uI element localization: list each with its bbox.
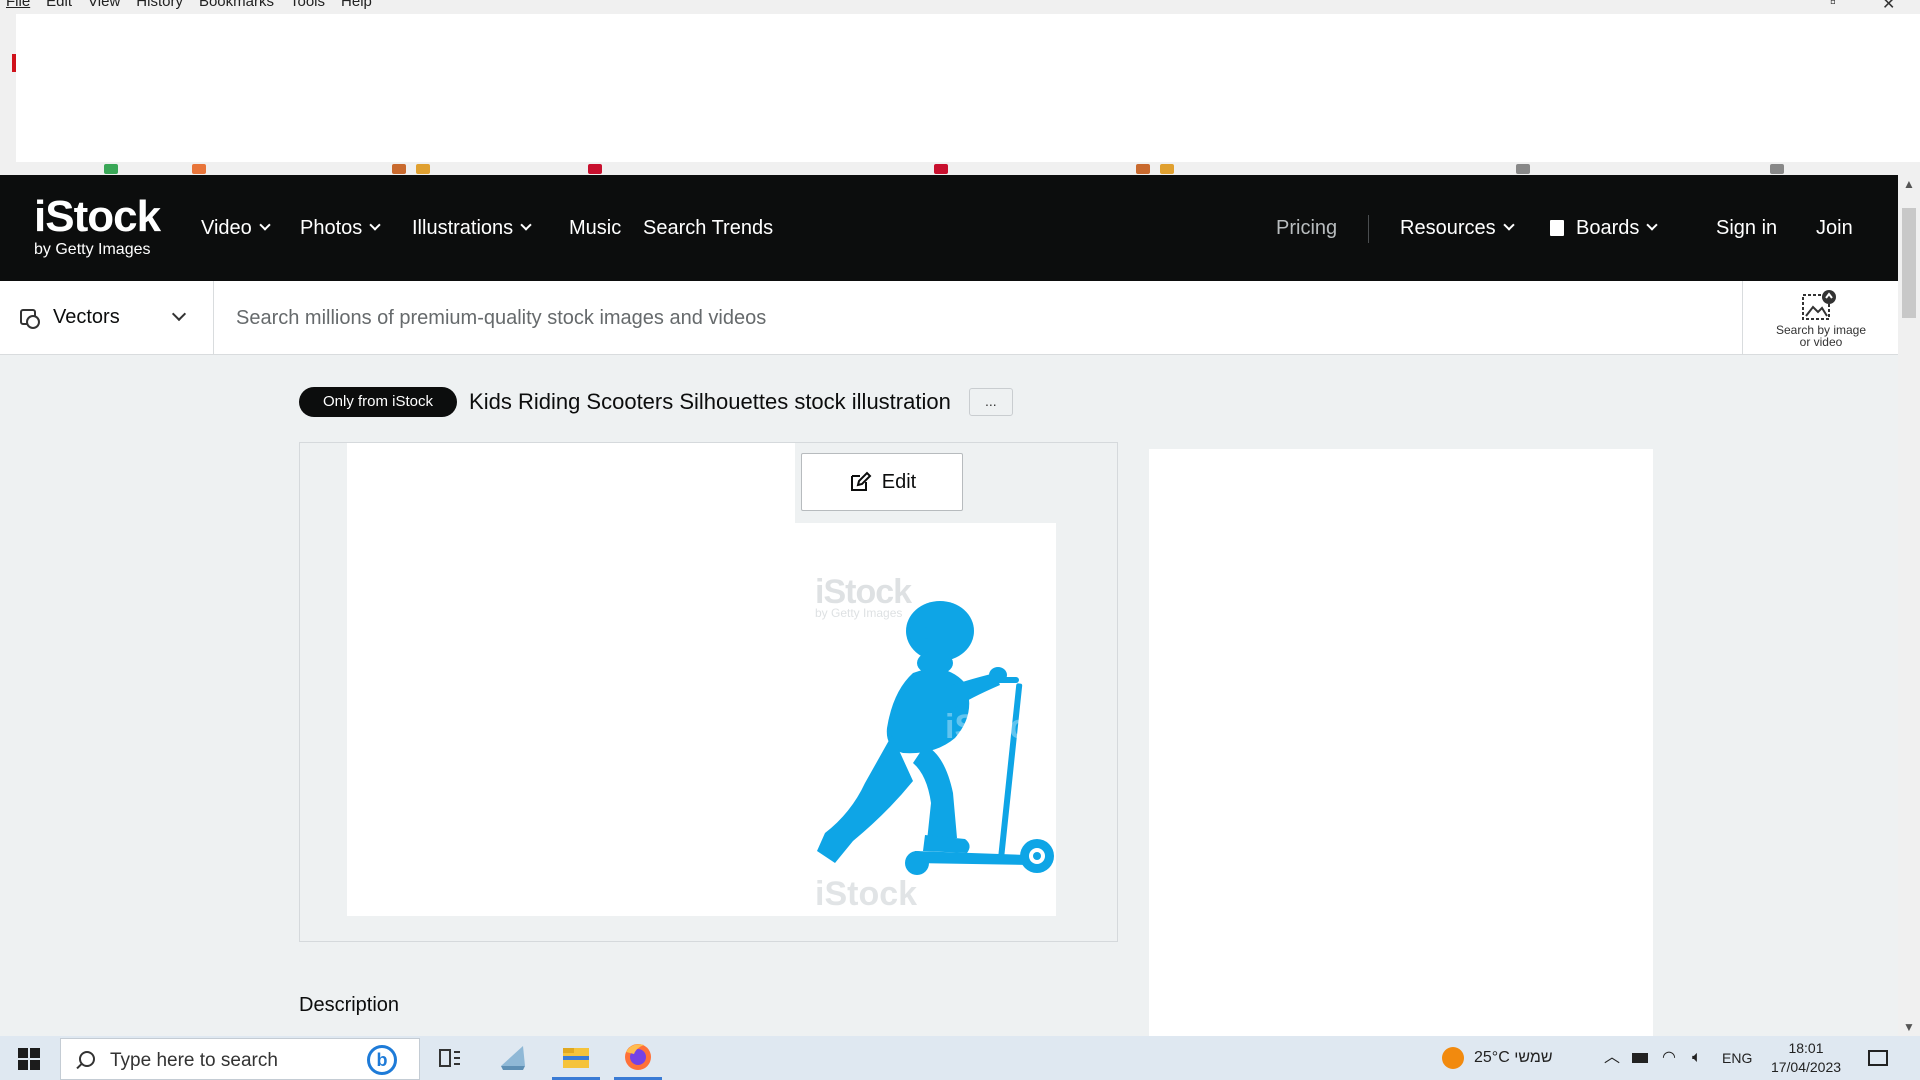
nav-search-trends[interactable]: Search Trends bbox=[643, 215, 773, 241]
battery-icon[interactable] bbox=[1632, 1036, 1648, 1080]
bookmark-icon[interactable] bbox=[192, 164, 206, 174]
app-icon[interactable] bbox=[485, 1036, 541, 1080]
bookmark-icon[interactable] bbox=[1516, 164, 1530, 174]
scroll-down-icon[interactable]: ▼ bbox=[1898, 1018, 1920, 1036]
nav-illustrations[interactable]: Illustrations bbox=[412, 215, 532, 241]
sign-in-link[interactable]: Sign in bbox=[1716, 215, 1777, 241]
weather-text: 25°C שמשי bbox=[1474, 1049, 1553, 1066]
volume-icon[interactable]: 🔈︎ bbox=[1692, 1036, 1702, 1080]
menu-view[interactable]: View bbox=[88, 0, 120, 12]
search-icon bbox=[79, 1051, 95, 1067]
bing-icon[interactable]: b bbox=[367, 1045, 397, 1075]
bookmark-icon[interactable] bbox=[104, 164, 118, 174]
bookmark-icon[interactable] bbox=[1136, 164, 1150, 174]
nav-music[interactable]: Music bbox=[569, 215, 621, 241]
nav-photos[interactable]: Photos bbox=[300, 215, 381, 241]
menu-edit[interactable]: Edit bbox=[46, 0, 72, 12]
browser-edge bbox=[0, 14, 16, 162]
clock-date: 17/04/2023 bbox=[1770, 1059, 1842, 1075]
join-link[interactable]: Join bbox=[1816, 215, 1853, 241]
asset-preview-frame: Edit iStock by Getty Images iStock iStoc… bbox=[299, 442, 1118, 942]
windows-start-icon[interactable] bbox=[18, 1048, 40, 1070]
minimize-icon[interactable]: ▫ bbox=[1830, 0, 1836, 12]
menu-history[interactable]: History bbox=[136, 0, 183, 12]
bookmark-icon[interactable] bbox=[934, 164, 948, 174]
bookmarks-bar bbox=[0, 162, 1920, 175]
search-bar: Vectors Search by imageor video bbox=[0, 281, 1898, 355]
taskbar: Type here to search b 25°C שמשי ︿ ◠ 🔈︎ E… bbox=[0, 1036, 1920, 1080]
menu-bookmarks[interactable]: Bookmarks bbox=[199, 0, 274, 12]
menu-file[interactable]: File bbox=[6, 0, 30, 12]
task-view-icon[interactable] bbox=[422, 1036, 478, 1080]
edit-button[interactable]: Edit bbox=[801, 453, 963, 511]
boards-icon bbox=[1550, 220, 1564, 236]
show-hidden-icons-icon[interactable]: ︿ bbox=[1604, 1036, 1620, 1080]
logo-subtitle: by Getty Images bbox=[34, 241, 151, 258]
page-scrollbar[interactable]: ▲ ▼ bbox=[1898, 175, 1920, 1036]
language-indicator[interactable]: ENG bbox=[1722, 1036, 1752, 1080]
chevron-down-icon bbox=[369, 219, 381, 231]
filter-label: Vectors bbox=[53, 306, 120, 328]
network-icon[interactable]: ◠ bbox=[1662, 1036, 1676, 1080]
search-by-image-button[interactable]: Search by image or video bbox=[1742, 281, 1898, 355]
nav-boards[interactable]: Boards bbox=[1550, 215, 1659, 241]
scroll-thumb[interactable] bbox=[1902, 208, 1916, 318]
asset-type-filter[interactable]: Vectors bbox=[0, 281, 214, 355]
clock-time: 18:01 bbox=[1788, 1040, 1824, 1056]
asset-title-row: Only from iStock Kids Riding Scooters Si… bbox=[299, 387, 1013, 417]
nav-pricing[interactable]: Pricing bbox=[1276, 215, 1337, 241]
page-viewport: iStock by Getty Images Video Photos Illu… bbox=[0, 175, 1898, 1036]
nav-resources[interactable]: Resources bbox=[1400, 215, 1515, 241]
chevron-down-icon bbox=[1502, 219, 1515, 231]
browser-menubar: File Edit View History Bookmarks Tools H… bbox=[0, 0, 1920, 14]
system-clock[interactable]: 18:01 17/04/2023 bbox=[1768, 1039, 1844, 1077]
more-options-button[interactable]: ... bbox=[968, 388, 1013, 416]
watermark-overlay: iStock bbox=[945, 708, 1047, 746]
nav-video[interactable]: Video bbox=[201, 215, 271, 241]
chevron-down-icon bbox=[259, 219, 271, 231]
menu-tools[interactable]: Tools bbox=[290, 0, 325, 12]
edit-icon bbox=[850, 471, 872, 491]
weather-sun-icon bbox=[1442, 1046, 1464, 1069]
top-navigation: iStock by Getty Images Video Photos Illu… bbox=[0, 175, 1898, 281]
only-from-istock-badge: Only from iStock bbox=[299, 387, 458, 417]
firefox-icon[interactable] bbox=[610, 1036, 666, 1080]
close-window-icon[interactable]: ✕ bbox=[1882, 0, 1895, 14]
bookmark-icon[interactable] bbox=[392, 164, 406, 174]
scroll-up-icon[interactable]: ▲ bbox=[1898, 175, 1920, 193]
bookmark-icon[interactable] bbox=[588, 164, 602, 174]
nav-divider bbox=[1368, 215, 1369, 243]
menu-help[interactable]: Help bbox=[341, 0, 372, 12]
image-search-label: Search by image or video bbox=[1775, 323, 1867, 349]
taskbar-search-placeholder: Type here to search bbox=[110, 1050, 278, 1071]
page-title: Kids Riding Scooters Silhouettes stock i… bbox=[469, 389, 951, 414]
file-explorer-icon[interactable] bbox=[548, 1036, 604, 1080]
chevron-down-icon bbox=[520, 219, 532, 231]
browser-toolbar-area bbox=[16, 14, 1920, 162]
bookmark-icon[interactable] bbox=[1770, 164, 1784, 174]
preview-canvas bbox=[347, 443, 795, 916]
chevron-down-icon bbox=[171, 306, 187, 322]
weather-widget[interactable]: 25°C שמשי bbox=[1442, 1036, 1553, 1080]
taskbar-search-box[interactable]: Type here to search b bbox=[60, 1038, 420, 1080]
chevron-down-icon bbox=[1646, 219, 1659, 231]
kid-scooter-silhouette: iStock iStock bbox=[815, 601, 1054, 913]
notifications-icon[interactable] bbox=[1868, 1036, 1888, 1080]
preview-image[interactable]: iStock by Getty Images iStock iStock bbox=[795, 523, 1056, 916]
search-input[interactable] bbox=[236, 303, 1716, 333]
side-panel bbox=[1149, 449, 1653, 1036]
description-heading: Description bbox=[299, 994, 400, 1016]
image-search-icon bbox=[1802, 290, 1836, 320]
edit-label: Edit bbox=[881, 470, 917, 493]
bookmark-icon[interactable] bbox=[416, 164, 430, 174]
watermark-bottom: iStock bbox=[815, 875, 917, 913]
vectors-icon bbox=[20, 309, 40, 329]
istock-logo[interactable]: iStock by Getty Images bbox=[34, 192, 161, 259]
logo-wordmark: iStock bbox=[34, 192, 161, 241]
bookmark-icon[interactable] bbox=[1160, 164, 1174, 174]
